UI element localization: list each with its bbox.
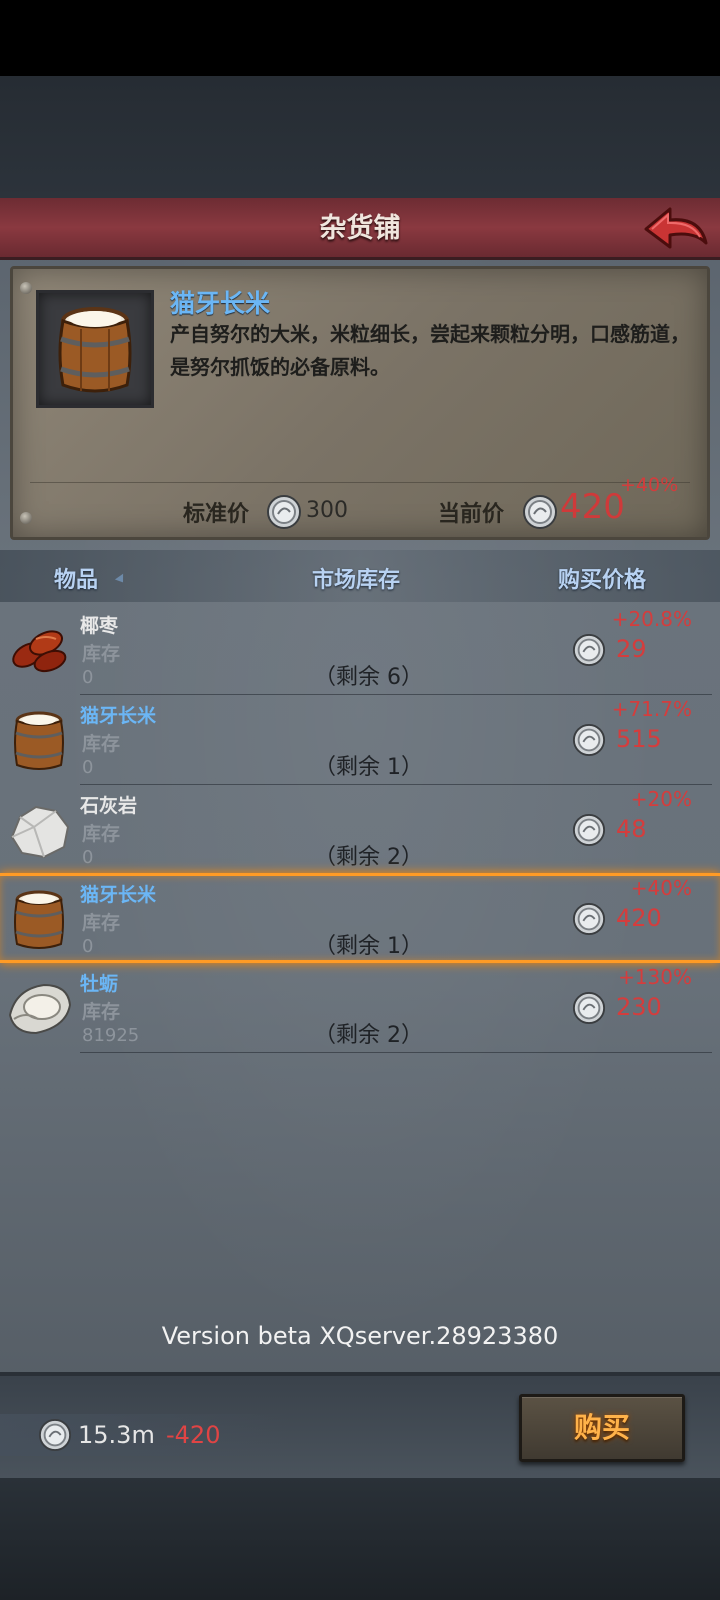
shop-title: 杂货铺 [319,213,401,244]
status-bar [0,0,720,76]
bottom-backdrop [0,1478,720,1600]
buy-price: 29 [616,635,647,663]
item-row-selected[interactable]: 猫牙长米 库存 0 （剩余 1） +40% 420 [0,873,720,963]
column-stock[interactable]: 市场库存 [312,562,400,594]
rice-barrel-icon [58,307,132,393]
current-price-label: 当前价 [438,502,505,527]
stock-label: 库存 [82,1001,121,1023]
item-description: 产自努尔的大米，米粒细长，尝起来颗粒分明，口感筋道，是努尔抓饭的必备原料。 [170,322,690,379]
silver-coin-icon [572,902,606,936]
item-row[interactable]: 石灰岩 库存 0 （剩余 2） +20% 48 [0,785,720,875]
current-price-value: 420 [560,487,625,527]
price-change: +71.7% [611,697,692,721]
stock-label: 库存 [82,912,121,934]
divider [30,482,690,483]
stock-value: 81925 [82,1025,140,1046]
buy-button[interactable]: 购买 [519,1394,685,1462]
buy-price: 48 [616,815,647,843]
market-remaining: （剩余 1） [314,934,423,959]
pin-icon [20,282,32,294]
money-change: -420 [166,1421,221,1449]
item-row[interactable]: 椰枣 库存 0 （剩余 6） +20.8% 29 [0,605,720,695]
item-name: 猫牙长米 [80,705,157,727]
item-row[interactable]: 牡蛎 库存 81925 （剩余 2） +130% 230 [0,963,720,1053]
price-change: +40% [630,876,692,900]
stock-value: 0 [82,667,94,688]
silver-coin-icon [572,813,606,847]
dates-icon [12,630,67,673]
stock-label: 库存 [82,733,121,755]
buy-price: 515 [616,725,662,753]
silver-coin-icon [572,991,606,1025]
rice-barrel-icon [14,711,64,770]
price-change: +20% [630,787,692,811]
item-name: 猫牙长米 [80,884,157,906]
money-balance: 15.3m [78,1421,155,1449]
silver-coin-icon [267,495,301,529]
current-price-change: +40% [620,474,679,496]
price-change: +20.8% [611,607,692,631]
price-change: +130% [618,965,692,989]
oyster-icon [8,983,72,1035]
divider [80,1052,712,1053]
item-row[interactable]: 猫牙长米 库存 0 （剩余 1） +71.7% 515 [0,695,720,785]
stock-value: 0 [82,847,94,868]
market-remaining: （剩余 6） [314,665,423,690]
top-backdrop [0,76,720,198]
buy-price: 230 [616,993,662,1021]
market-remaining: （剩余 1） [314,755,423,780]
stock-label: 库存 [82,823,121,845]
standard-price-label: 标准价 [183,502,250,527]
version-text: Version beta XQserver.28923380 [161,1322,559,1350]
market-remaining: （剩余 2） [314,1023,423,1048]
item-name: 椰枣 [80,615,119,637]
column-price[interactable]: 购买价格 [558,562,646,594]
buy-button-label: 购买 [573,1411,630,1444]
silver-coin-icon [572,633,606,667]
stock-value: 0 [82,936,94,957]
buy-price: 420 [616,904,662,932]
pin-icon [20,512,32,524]
silver-coin-icon [572,723,606,757]
stock-label: 库存 [82,643,121,665]
silver-coin-icon [523,495,557,529]
rice-barrel-icon [14,890,64,949]
item-name: 牡蛎 [80,973,119,995]
silver-coin-icon [38,1418,72,1452]
column-item[interactable]: 物品 [54,562,98,594]
stock-value: 0 [82,757,94,778]
back-button[interactable] [642,203,712,255]
limestone-icon [10,805,70,859]
standard-price-value: 300 [306,498,348,523]
back-arrow-icon [644,207,708,249]
item-thumbnail [36,290,154,408]
market-remaining: （剩余 2） [314,845,423,870]
item-name: 猫牙长米 [170,289,271,318]
item-name: 石灰岩 [80,795,138,817]
